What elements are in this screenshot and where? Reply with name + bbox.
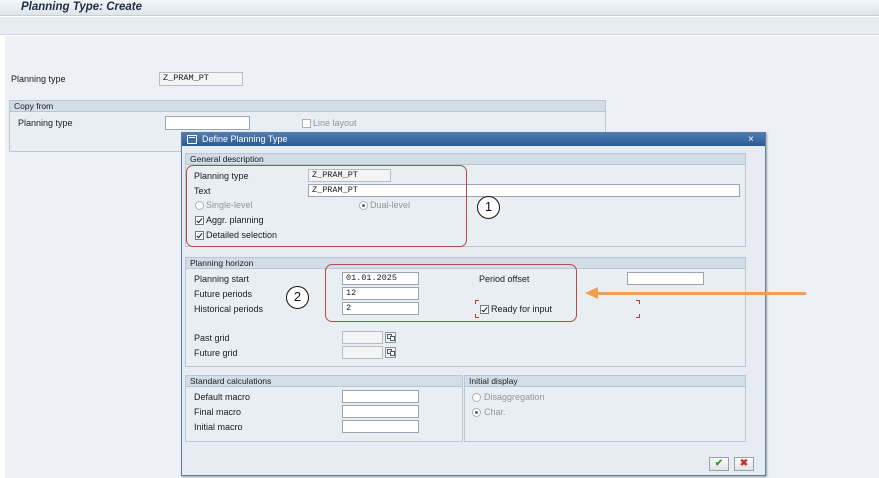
initial-display-group: Initial display	[464, 375, 746, 442]
dialog-window-icon	[187, 135, 197, 144]
application-toolbar	[0, 17, 879, 35]
historical-periods-label: Historical periods	[194, 304, 264, 314]
focus-corner-tr	[636, 300, 640, 304]
period-offset-input[interactable]	[627, 272, 704, 285]
default-macro-input[interactable]	[342, 390, 419, 403]
standard-calculations-header: Standard calculations	[186, 376, 462, 387]
cancel-button[interactable]: ✖	[734, 457, 754, 471]
initial-display-header: Initial display	[465, 376, 745, 387]
copy-from-group-header: Copy from	[10, 101, 605, 112]
future-grid-button[interactable]	[385, 347, 396, 358]
past-grid-button[interactable]	[385, 332, 396, 343]
ok-button[interactable]: ✔	[709, 457, 729, 471]
initial-display-title: Initial display	[469, 376, 518, 386]
dialog-close-icon[interactable]: ×	[748, 133, 754, 146]
planning-horizon-title: Planning horizon	[190, 258, 254, 268]
marker-1: 1	[477, 196, 500, 219]
initial-macro-input[interactable]	[342, 420, 419, 433]
copy-from-title: Copy from	[14, 101, 54, 111]
disaggregation-label: Disaggregation	[484, 392, 545, 402]
char-radio[interactable]	[472, 408, 481, 417]
focus-corner-br	[636, 314, 640, 318]
line-layout-checkbox[interactable]	[302, 119, 311, 128]
dialog-title: Define Planning Type	[202, 134, 288, 144]
highlight-general-description	[186, 165, 467, 247]
future-grid-field[interactable]	[342, 346, 383, 359]
standard-calculations-title: Standard calculations	[190, 376, 272, 386]
planning-type-label: Planning type	[11, 74, 66, 84]
final-macro-input[interactable]	[342, 405, 419, 418]
past-grid-label: Past grid	[194, 333, 230, 343]
planning-start-label: Planning start	[194, 274, 250, 284]
copy-from-planning-type-input[interactable]	[165, 116, 250, 130]
general-description-title: General description	[190, 154, 264, 164]
annotation-arrow-head	[585, 287, 598, 299]
planning-type-field[interactable]: Z_PRAM_PT	[159, 72, 243, 86]
future-periods-label: Future periods	[194, 289, 253, 299]
window-title: Planning Type: Create	[21, 1, 142, 13]
initial-macro-label: Initial macro	[194, 422, 243, 432]
past-grid-field[interactable]	[342, 331, 383, 344]
default-macro-label: Default macro	[194, 392, 251, 402]
highlight-planning-horizon	[325, 264, 577, 322]
general-description-header: General description	[186, 154, 745, 165]
marker-2: 2	[286, 286, 309, 309]
final-macro-label: Final macro	[194, 407, 242, 417]
annotation-arrow-line	[597, 292, 806, 295]
line-layout-label: Line layout	[313, 118, 357, 128]
future-grid-label: Future grid	[194, 348, 238, 358]
char-label: Char.	[484, 407, 506, 417]
copy-from-planning-type-label: Planning type	[18, 118, 73, 128]
disaggregation-radio[interactable]	[472, 393, 481, 402]
